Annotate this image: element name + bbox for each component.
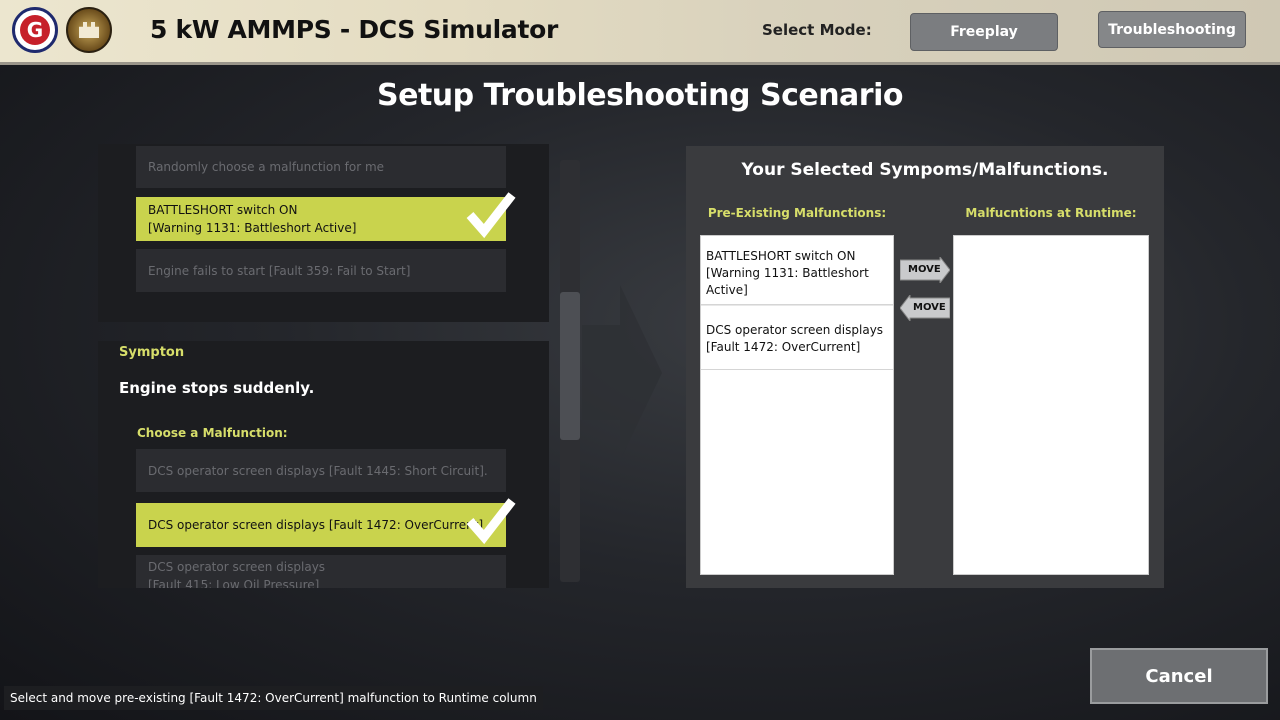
- runtime-label: Malfucntions at Runtime:: [965, 206, 1137, 220]
- app-title: 5 kW AMMPS - DCS Simulator: [150, 15, 559, 44]
- move-left-label: MOVE: [913, 302, 946, 313]
- list-item-line: DCS operator screen displays: [706, 323, 884, 337]
- selected-panel-title: Your Selected Sympoms/Malfunctions.: [741, 160, 1109, 180]
- troubleshooting-mode-button[interactable]: Troubleshooting: [1098, 11, 1246, 48]
- list-item[interactable]: BATTLESHORT switch ON [Warning 1131: Bat…: [701, 236, 893, 305]
- option-label-line1: BATTLESHORT switch ON: [148, 203, 298, 217]
- choose-malfunction-label: Choose a Malfunction:: [137, 426, 288, 440]
- checkmark-icon: [466, 192, 516, 239]
- option-fault-1445[interactable]: DCS operator screen displays [Fault 1445…: [136, 449, 506, 492]
- move-right-label: MOVE: [908, 264, 941, 275]
- option-fault-1472[interactable]: DCS operator screen displays [Fault 1472…: [136, 498, 516, 547]
- castle-icon: [79, 22, 99, 38]
- runtime-list: [953, 235, 1149, 575]
- option-label: DCS operator screen displays [Fault 1445…: [148, 463, 488, 478]
- symptom-label: Sympton: [119, 345, 185, 360]
- option-fault-415[interactable]: DCS operator screen displays [Fault 415:…: [136, 555, 506, 588]
- pre-existing-list: BATTLESHORT switch ON [Warning 1131: Bat…: [700, 235, 894, 575]
- option-label: Randomly choose a malfunction for me: [148, 160, 385, 174]
- option-label-line2: [Warning 1131: Battleshort Active]: [148, 221, 357, 235]
- g-emblem-glyph: G: [20, 15, 50, 45]
- castle-emblem-logo: [66, 7, 112, 53]
- list-item-line: Active]: [706, 283, 748, 297]
- list-item-line: [Fault 1472: OverCurrent]: [706, 340, 861, 354]
- freeplay-mode-button[interactable]: Freeplay: [910, 13, 1058, 51]
- select-mode-label: Select Mode:: [762, 21, 872, 39]
- scrollbar-thumb[interactable]: [560, 292, 580, 440]
- option-label-line1: DCS operator screen displays: [148, 560, 326, 574]
- symptom-text: Engine stops suddenly.: [119, 379, 315, 397]
- pre-existing-label: Pre-Existing Malfunctions:: [707, 206, 887, 220]
- option-random-malfunction[interactable]: Randomly choose a malfunction for me: [136, 146, 506, 188]
- app-header: G 5 kW AMMPS - DCS Simulator Select Mode…: [0, 0, 1280, 65]
- status-instruction: Select and move pre-existing [Fault 1472…: [4, 686, 543, 710]
- move-right-button[interactable]: MOVE: [900, 257, 950, 283]
- option-battleshort[interactable]: BATTLESHORT switch ON [Warning 1131: Bat…: [136, 192, 516, 241]
- page-title: Setup Troubleshooting Scenario: [377, 78, 903, 113]
- move-left-button[interactable]: MOVE: [900, 295, 950, 321]
- arrow-right-icon: [582, 285, 662, 460]
- cancel-button[interactable]: Cancel: [1090, 648, 1268, 704]
- list-item-line: [Warning 1131: Battleshort: [706, 266, 869, 280]
- checkmark-icon: [466, 498, 516, 545]
- list-item[interactable]: DCS operator screen displays [Fault 1472…: [701, 305, 893, 370]
- option-label: Engine fails to start [Fault 359: Fail t…: [148, 263, 411, 278]
- list-item-line: BATTLESHORT switch ON: [706, 249, 856, 263]
- g-emblem-logo: G: [12, 7, 58, 53]
- option-label: DCS operator screen displays [Fault 1472…: [148, 518, 484, 532]
- option-label-line2: [Fault 415: Low Oil Pressure]: [148, 578, 320, 588]
- option-engine-fails-to-start[interactable]: Engine fails to start [Fault 359: Fail t…: [136, 249, 506, 292]
